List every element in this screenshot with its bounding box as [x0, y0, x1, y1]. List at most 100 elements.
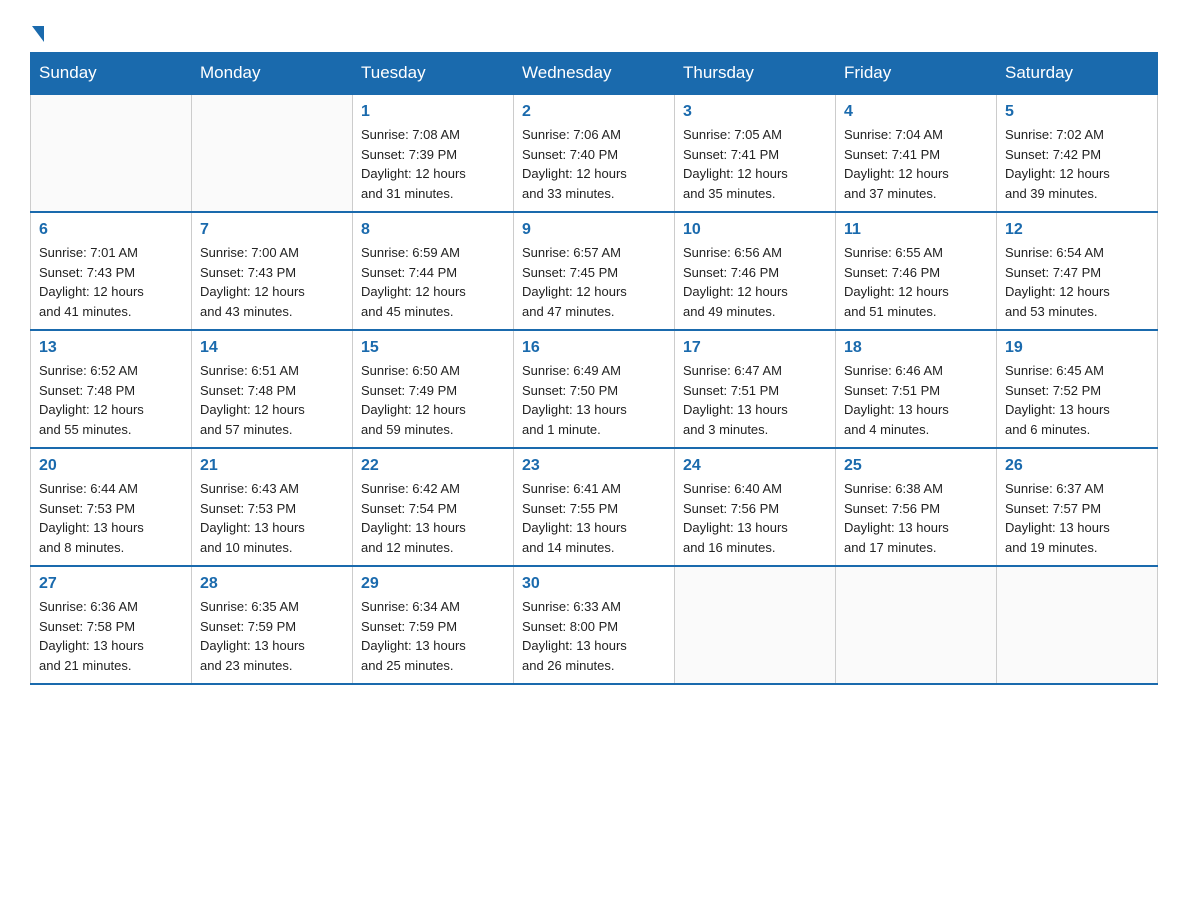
calendar-day-cell: 13 Sunrise: 6:52 AM Sunset: 7:48 PM Dayli… — [31, 330, 192, 448]
calendar-day-cell: 1 Sunrise: 7:08 AM Sunset: 7:39 PM Daylig… — [353, 94, 514, 212]
calendar-day-cell — [192, 94, 353, 212]
calendar-week-row: 20 Sunrise: 6:44 AM Sunset: 7:53 PM Dayli… — [31, 448, 1158, 566]
day-of-week-header: Wednesday — [514, 53, 675, 95]
day-number: 22 — [361, 457, 505, 475]
day-info: Sunrise: 6:36 AM Sunset: 7:58 PM Dayligh… — [39, 597, 183, 675]
calendar-day-cell: 8 Sunrise: 6:59 AM Sunset: 7:44 PM Daylig… — [353, 212, 514, 330]
day-number: 29 — [361, 575, 505, 593]
day-info: Sunrise: 6:56 AM Sunset: 7:46 PM Dayligh… — [683, 243, 827, 321]
day-number: 8 — [361, 221, 505, 239]
day-info: Sunrise: 7:05 AM Sunset: 7:41 PM Dayligh… — [683, 125, 827, 203]
calendar-week-row: 6Sunrise: 7:01 AM Sunset: 7:43 PM Daylig… — [31, 212, 1158, 330]
day-info: Sunrise: 6:44 AM Sunset: 7:53 PM Dayligh… — [39, 479, 183, 557]
day-info: Sunrise: 7:08 AM Sunset: 7:39 PM Dayligh… — [361, 125, 505, 203]
day-number: 15 — [361, 339, 505, 357]
calendar-day-cell: 16 Sunrise: 6:49 AM Sunset: 7:50 PM Dayli… — [514, 330, 675, 448]
day-info: Sunrise: 6:35 AM Sunset: 7:59 PM Dayligh… — [200, 597, 344, 675]
day-info: Sunrise: 6:50 AM Sunset: 7:49 PM Dayligh… — [361, 361, 505, 439]
day-number: 28 — [200, 575, 344, 593]
day-number: 27 — [39, 575, 183, 593]
calendar-day-cell: 10Sunrise: 6:56 AM Sunset: 7:46 PM Dayli… — [675, 212, 836, 330]
day-info: Sunrise: 6:51 AM Sunset: 7:48 PM Dayligh… — [200, 361, 344, 439]
day-info: Sunrise: 6:33 AM Sunset: 8:00 PM Dayligh… — [522, 597, 666, 675]
calendar-day-cell: 18Sunrise: 6:46 AM Sunset: 7:51 PM Dayli… — [836, 330, 997, 448]
calendar-week-row: 13 Sunrise: 6:52 AM Sunset: 7:48 PM Dayli… — [31, 330, 1158, 448]
day-number: 12 — [1005, 221, 1149, 239]
day-number: 21 — [200, 457, 344, 475]
calendar-day-cell: 26Sunrise: 6:37 AM Sunset: 7:57 PM Dayli… — [997, 448, 1158, 566]
day-number: 18 — [844, 339, 988, 357]
day-info: Sunrise: 6:57 AM Sunset: 7:45 PM Dayligh… — [522, 243, 666, 321]
calendar-day-cell: 6Sunrise: 7:01 AM Sunset: 7:43 PM Daylig… — [31, 212, 192, 330]
calendar-day-cell: 4Sunrise: 7:04 AM Sunset: 7:41 PM Daylig… — [836, 94, 997, 212]
day-info: Sunrise: 7:04 AM Sunset: 7:41 PM Dayligh… — [844, 125, 988, 203]
calendar-day-cell: 30 Sunrise: 6:33 AM Sunset: 8:00 PM Dayli… — [514, 566, 675, 684]
calendar-day-cell: 29 Sunrise: 6:34 AM Sunset: 7:59 PM Dayli… — [353, 566, 514, 684]
calendar-day-cell: 27 Sunrise: 6:36 AM Sunset: 7:58 PM Dayli… — [31, 566, 192, 684]
day-number: 24 — [683, 457, 827, 475]
calendar-week-row: 27 Sunrise: 6:36 AM Sunset: 7:58 PM Dayli… — [31, 566, 1158, 684]
day-info: Sunrise: 6:52 AM Sunset: 7:48 PM Dayligh… — [39, 361, 183, 439]
day-info: Sunrise: 6:41 AM Sunset: 7:55 PM Dayligh… — [522, 479, 666, 557]
calendar-day-cell: 14 Sunrise: 6:51 AM Sunset: 7:48 PM Dayli… — [192, 330, 353, 448]
day-of-week-header: Tuesday — [353, 53, 514, 95]
day-info: Sunrise: 7:00 AM Sunset: 7:43 PM Dayligh… — [200, 243, 344, 321]
day-number: 16 — [522, 339, 666, 357]
day-info: Sunrise: 6:47 AM Sunset: 7:51 PM Dayligh… — [683, 361, 827, 439]
day-number: 26 — [1005, 457, 1149, 475]
day-number: 25 — [844, 457, 988, 475]
day-number: 7 — [200, 221, 344, 239]
calendar-header-row: SundayMondayTuesdayWednesdayThursdayFrid… — [31, 53, 1158, 95]
day-info: Sunrise: 6:55 AM Sunset: 7:46 PM Dayligh… — [844, 243, 988, 321]
calendar-day-cell: 17 Sunrise: 6:47 AM Sunset: 7:51 PM Dayli… — [675, 330, 836, 448]
day-number: 17 — [683, 339, 827, 357]
calendar-day-cell: 15 Sunrise: 6:50 AM Sunset: 7:49 PM Dayli… — [353, 330, 514, 448]
logo — [30, 20, 44, 42]
day-number: 3 — [683, 103, 827, 121]
day-of-week-header: Friday — [836, 53, 997, 95]
calendar-table: SundayMondayTuesdayWednesdayThursdayFrid… — [30, 52, 1158, 685]
day-number: 30 — [522, 575, 666, 593]
day-info: Sunrise: 6:45 AM Sunset: 7:52 PM Dayligh… — [1005, 361, 1149, 439]
calendar-day-cell: 20 Sunrise: 6:44 AM Sunset: 7:53 PM Dayli… — [31, 448, 192, 566]
calendar-day-cell: 28 Sunrise: 6:35 AM Sunset: 7:59 PM Dayli… — [192, 566, 353, 684]
calendar-day-cell — [836, 566, 997, 684]
day-info: Sunrise: 6:34 AM Sunset: 7:59 PM Dayligh… — [361, 597, 505, 675]
day-number: 13 — [39, 339, 183, 357]
calendar-day-cell: 7 Sunrise: 7:00 AM Sunset: 7:43 PM Daylig… — [192, 212, 353, 330]
day-info: Sunrise: 6:42 AM Sunset: 7:54 PM Dayligh… — [361, 479, 505, 557]
logo-triangle-icon — [32, 26, 44, 42]
day-number: 1 — [361, 103, 505, 121]
day-number: 19 — [1005, 339, 1149, 357]
page-header — [30, 20, 1158, 42]
day-of-week-header: Monday — [192, 53, 353, 95]
calendar-day-cell: 23 Sunrise: 6:41 AM Sunset: 7:55 PM Dayli… — [514, 448, 675, 566]
calendar-day-cell: 22 Sunrise: 6:42 AM Sunset: 7:54 PM Dayli… — [353, 448, 514, 566]
day-info: Sunrise: 7:06 AM Sunset: 7:40 PM Dayligh… — [522, 125, 666, 203]
calendar-day-cell — [675, 566, 836, 684]
day-number: 23 — [522, 457, 666, 475]
calendar-day-cell: 9Sunrise: 6:57 AM Sunset: 7:45 PM Daylig… — [514, 212, 675, 330]
day-of-week-header: Thursday — [675, 53, 836, 95]
calendar-day-cell: 3 Sunrise: 7:05 AM Sunset: 7:41 PM Daylig… — [675, 94, 836, 212]
calendar-day-cell: 11 Sunrise: 6:55 AM Sunset: 7:46 PM Dayli… — [836, 212, 997, 330]
calendar-day-cell: 21 Sunrise: 6:43 AM Sunset: 7:53 PM Dayli… — [192, 448, 353, 566]
day-info: Sunrise: 6:49 AM Sunset: 7:50 PM Dayligh… — [522, 361, 666, 439]
day-of-week-header: Sunday — [31, 53, 192, 95]
day-number: 2 — [522, 103, 666, 121]
day-of-week-header: Saturday — [997, 53, 1158, 95]
calendar-day-cell — [997, 566, 1158, 684]
day-info: Sunrise: 6:40 AM Sunset: 7:56 PM Dayligh… — [683, 479, 827, 557]
calendar-day-cell: 12Sunrise: 6:54 AM Sunset: 7:47 PM Dayli… — [997, 212, 1158, 330]
day-info: Sunrise: 6:43 AM Sunset: 7:53 PM Dayligh… — [200, 479, 344, 557]
calendar-day-cell — [31, 94, 192, 212]
day-info: Sunrise: 6:38 AM Sunset: 7:56 PM Dayligh… — [844, 479, 988, 557]
day-number: 11 — [844, 221, 988, 239]
day-info: Sunrise: 6:59 AM Sunset: 7:44 PM Dayligh… — [361, 243, 505, 321]
calendar-day-cell: 19 Sunrise: 6:45 AM Sunset: 7:52 PM Dayli… — [997, 330, 1158, 448]
day-number: 6 — [39, 221, 183, 239]
day-number: 14 — [200, 339, 344, 357]
day-number: 20 — [39, 457, 183, 475]
calendar-week-row: 1 Sunrise: 7:08 AM Sunset: 7:39 PM Daylig… — [31, 94, 1158, 212]
calendar-day-cell: 24 Sunrise: 6:40 AM Sunset: 7:56 PM Dayli… — [675, 448, 836, 566]
